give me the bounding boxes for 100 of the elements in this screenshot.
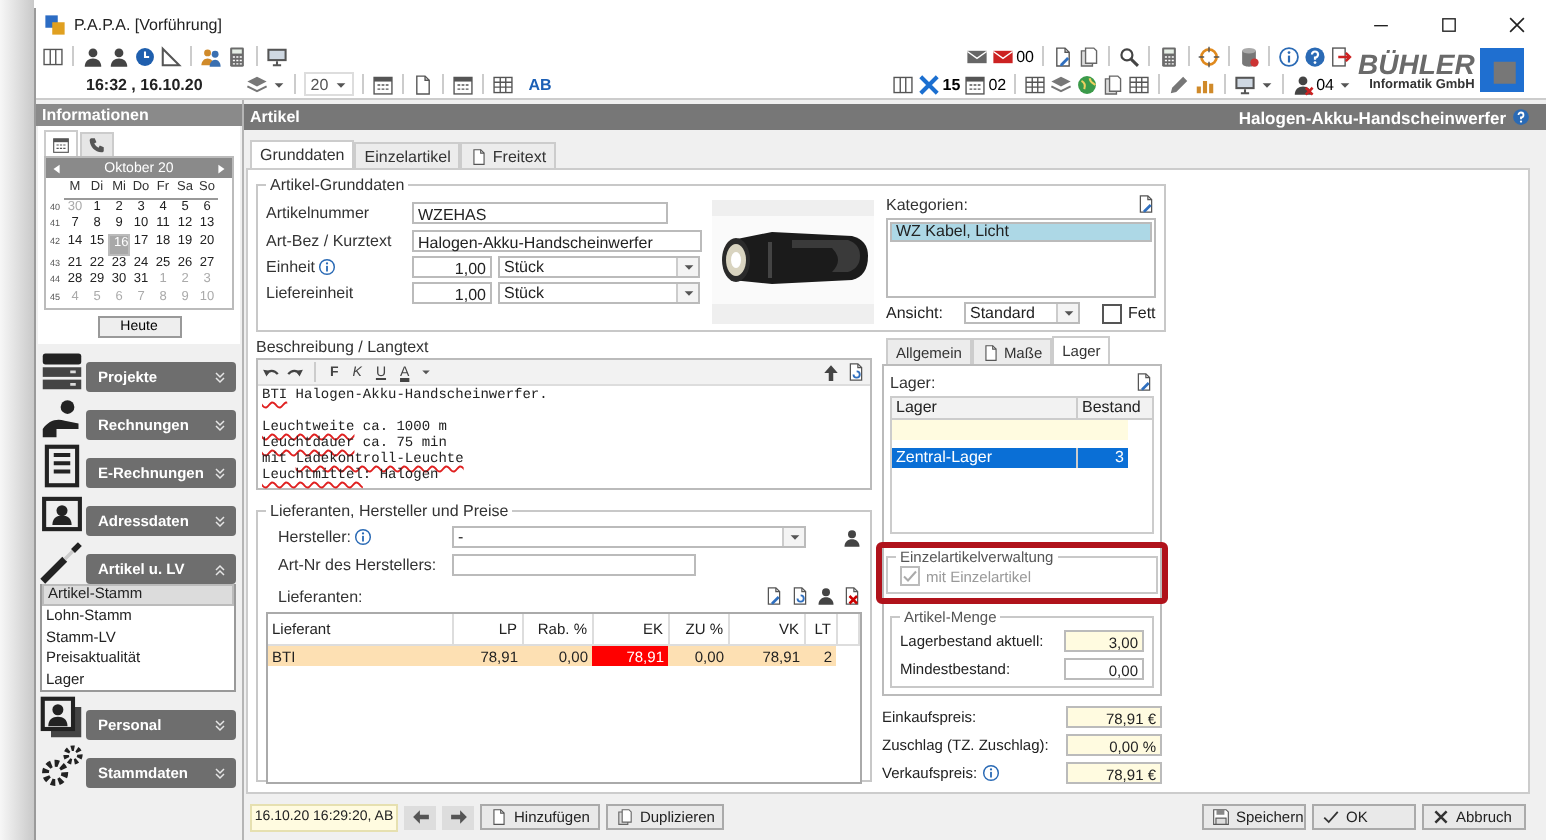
monitor-icon[interactable] — [1234, 73, 1257, 95]
delete-document-icon[interactable] — [842, 586, 862, 606]
refresh-document-icon[interactable] — [846, 362, 866, 382]
screwdriver-icon — [40, 540, 84, 584]
info-icon[interactable] — [1278, 45, 1300, 67]
search-icon[interactable] — [1118, 45, 1140, 67]
caret-icon[interactable] — [419, 366, 432, 378]
field-label: Lieferanten: — [278, 587, 363, 605]
left-arrow-icon — [411, 808, 429, 826]
globe-icon[interactable] — [1076, 73, 1099, 95]
person-icon[interactable] — [816, 586, 836, 606]
next-icon[interactable] — [213, 161, 228, 175]
panel-tab[interactable] — [80, 132, 114, 156]
edit-document-icon[interactable] — [1134, 372, 1154, 392]
calculator-icon[interactable] — [226, 45, 248, 67]
app-icon — [44, 14, 66, 36]
unit-select[interactable]: Stück — [498, 282, 700, 304]
group-title: Artikel-Grunddaten — [268, 176, 407, 194]
help-icon[interactable] — [1304, 45, 1326, 67]
users-button[interactable]: 04 — [1292, 73, 1334, 95]
panel-tab[interactable] — [44, 130, 78, 156]
calendar-icon[interactable] — [452, 73, 475, 95]
caret-icon[interactable] — [1338, 77, 1352, 91]
double-chevron-icon — [212, 717, 228, 733]
previous-button[interactable] — [404, 805, 436, 829]
unit-select[interactable]: Stück — [498, 256, 700, 278]
grid-icon[interactable] — [1128, 73, 1151, 95]
gears-icon — [40, 744, 84, 788]
pen-icon[interactable] — [1168, 73, 1191, 95]
target-icon[interactable] — [1198, 45, 1220, 67]
info-icon[interactable] — [354, 528, 373, 546]
layers-icon[interactable] — [1050, 73, 1073, 95]
article-number-field[interactable]: WZEHAS — [412, 202, 668, 224]
caret-icon — [1061, 306, 1075, 320]
calculator-icon[interactable] — [1158, 45, 1180, 67]
documents-button[interactable]: 02 — [964, 73, 1007, 95]
envelope-icon[interactable] — [966, 45, 989, 67]
previous-icon[interactable] — [50, 161, 64, 175]
help-icon[interactable] — [1512, 108, 1530, 126]
drawer-cabinet-icon — [40, 348, 84, 392]
grid-icon[interactable] — [492, 73, 515, 95]
bold-checkbox[interactable]: Fett — [1102, 303, 1156, 323]
columns-icon[interactable] — [892, 73, 915, 95]
caret-icon — [334, 77, 349, 91]
edit-document-icon[interactable] — [764, 586, 784, 606]
columns-icon[interactable] — [42, 45, 64, 67]
year-dropdown[interactable]: 20 — [304, 72, 355, 96]
field-label: Art-Bez / Kurztext — [266, 232, 394, 250]
table-row[interactable]: Zentral-Lager 3 — [892, 448, 1128, 468]
x-logo-icon — [918, 73, 941, 95]
people-icon[interactable] — [200, 45, 222, 67]
double-chevron-icon — [212, 369, 228, 385]
database-icon[interactable] — [1238, 45, 1260, 67]
document-icon — [981, 343, 1000, 361]
info-icon[interactable] — [318, 258, 337, 276]
column-header[interactable]: Bestand — [1078, 398, 1152, 418]
calendar-icon[interactable] — [372, 73, 395, 95]
next-button[interactable] — [442, 805, 474, 829]
right-arrow-icon — [449, 808, 467, 826]
user-initials[interactable]: AB — [528, 75, 552, 93]
person-icon[interactable] — [82, 45, 104, 67]
category-item[interactable]: WZ Kabel, Licht — [890, 222, 1152, 242]
tab[interactable]: Einzelartikel — [354, 142, 461, 168]
document-icon — [490, 808, 508, 826]
check-icon — [902, 568, 918, 584]
view-select[interactable]: Standard — [964, 302, 1080, 324]
layers-icon[interactable] — [246, 73, 269, 95]
sidebar-title: Informationen — [36, 104, 242, 126]
triangle-ruler-icon[interactable] — [160, 45, 182, 67]
copy-icon[interactable] — [1078, 45, 1100, 67]
exit-icon[interactable] — [1330, 45, 1352, 67]
tab[interactable]: Grunddaten — [250, 140, 355, 168]
grid-icon[interactable] — [1024, 73, 1047, 95]
date-time: 16:32 , 16.10.20 — [84, 75, 203, 93]
person-icon[interactable] — [108, 45, 130, 67]
short-text-field[interactable]: Halogen-Akku-Handscheinwerfer — [412, 230, 702, 252]
caret-icon[interactable] — [1260, 77, 1275, 91]
caret-icon[interactable] — [272, 77, 287, 91]
manufacturer-number-field[interactable] — [452, 554, 696, 576]
unread-mail-button[interactable]: 00 — [992, 45, 1034, 67]
field-label: Kategorien: — [886, 196, 968, 214]
refresh-document-icon[interactable] — [790, 586, 810, 606]
phone-icon — [88, 136, 106, 154]
info-icon[interactable] — [981, 764, 1000, 782]
person-icon[interactable] — [842, 527, 862, 547]
quantity-field[interactable]: 1,00 — [412, 282, 492, 304]
document-icon[interactable] — [412, 73, 435, 95]
manufacturer-select[interactable]: - — [452, 526, 806, 548]
up-arrow-icon[interactable] — [822, 363, 840, 381]
copy-icon[interactable] — [1102, 73, 1125, 95]
column-header[interactable]: Lager — [892, 398, 1078, 418]
edit-document-icon[interactable] — [1052, 45, 1074, 67]
clock-icon[interactable] — [134, 45, 156, 67]
quantity-field[interactable]: 1,00 — [412, 256, 492, 278]
tasks-button[interactable]: 15 — [918, 73, 961, 95]
tab[interactable]: Freitext — [460, 142, 557, 168]
edit-document-icon[interactable] — [1135, 194, 1156, 214]
monitor-icon[interactable] — [266, 45, 288, 67]
cross-icon — [1432, 808, 1450, 826]
check-icon — [1322, 808, 1340, 826]
